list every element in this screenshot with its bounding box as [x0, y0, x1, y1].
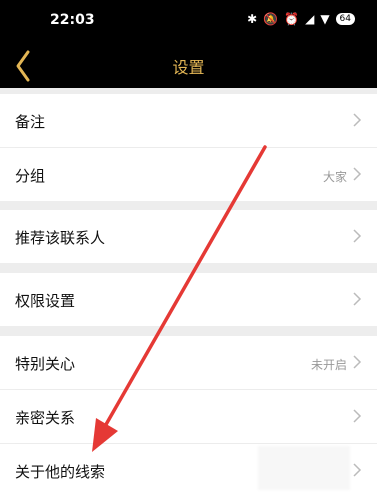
row-label: 亲密关系 — [15, 409, 76, 427]
row-intimate-relationship[interactable]: 亲密关系 — [0, 390, 377, 443]
nav-bar: 设置 — [0, 44, 377, 88]
chevron-right-icon — [353, 355, 362, 369]
status-icons: ✱ 🔕 ⏰ ◢ ▼ 64 — [247, 12, 355, 26]
row-label: 分组 — [15, 167, 46, 185]
status-time: 22:03 — [50, 12, 95, 28]
mute-icon: 🔕 — [263, 12, 279, 26]
chevron-right-icon — [353, 292, 362, 306]
row-value: 未开启 — [310, 358, 347, 372]
row-recommend-contact[interactable]: 推荐该联系人 — [0, 210, 377, 263]
alarm-icon: ⏰ — [284, 12, 300, 26]
chevron-right-icon — [353, 463, 362, 477]
bluetooth-icon: ✱ — [247, 12, 258, 26]
row-label: 特别关心 — [15, 355, 76, 373]
battery-icon: 64 — [335, 13, 355, 25]
row-value: 大家 — [322, 170, 347, 184]
row-permissions[interactable]: 权限设置 — [0, 273, 377, 326]
chevron-right-icon — [353, 113, 362, 127]
row-label: 备注 — [15, 113, 46, 131]
row-special-care[interactable]: 特别关心 未开启 — [0, 336, 377, 389]
row-remark[interactable]: 备注 — [0, 94, 377, 147]
row-label: 权限设置 — [15, 292, 76, 310]
row-group[interactable]: 分组 大家 — [0, 148, 377, 201]
page-title: 设置 — [172, 58, 205, 77]
chevron-right-icon — [353, 409, 362, 423]
row-label: 推荐该联系人 — [15, 229, 106, 247]
chevron-right-icon — [353, 167, 362, 181]
redacted-area — [258, 446, 350, 490]
wifi-icon: ▼ — [320, 12, 330, 26]
chevron-right-icon — [353, 229, 362, 243]
status-bar: 22:03 ✱ 🔕 ⏰ ◢ ▼ 64 — [0, 0, 377, 44]
row-label: 关于他的线索 — [15, 463, 106, 481]
signal-icon: ◢ — [305, 12, 315, 26]
